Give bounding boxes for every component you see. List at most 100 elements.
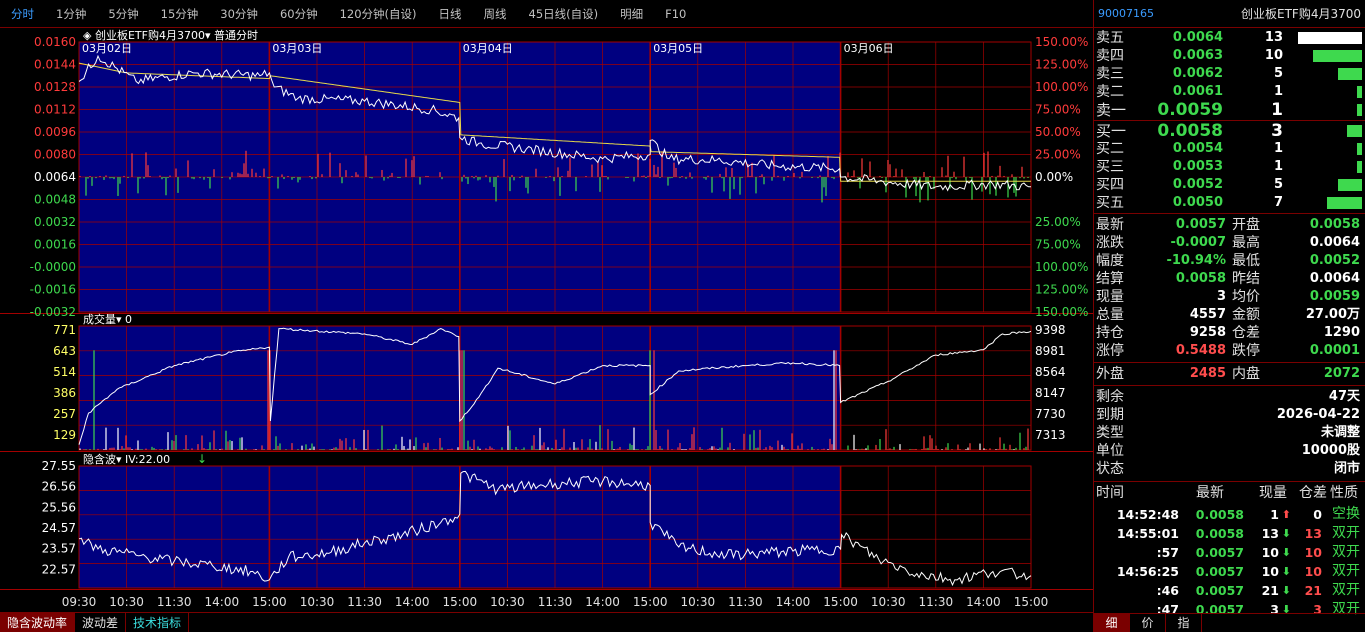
- time-axis-label: 14:00: [205, 595, 240, 609]
- iv-tick-label: 24.57: [42, 521, 76, 535]
- tick-time: 14:56:25: [1116, 564, 1179, 579]
- price-tick-label: 0.0096: [34, 125, 76, 139]
- book-level-volume: 10: [1264, 48, 1283, 63]
- price-tick-label: -0.0016: [30, 283, 76, 297]
- quote-label: 幅度: [1096, 253, 1124, 269]
- tick-oi-change: 13: [1304, 526, 1322, 541]
- quote-label: 涨停: [1096, 343, 1124, 359]
- pct-tick-label: 150.00%: [1035, 305, 1088, 319]
- info-value: 47天: [1328, 389, 1360, 404]
- price-tick-label: 0.0032: [34, 215, 76, 229]
- bid-level-3: 买三 0.0053 1: [1094, 158, 1365, 176]
- period-tab-0[interactable]: 分时: [0, 6, 45, 22]
- tick-volume: 21: [1261, 583, 1279, 598]
- tick-oi-change: 0: [1313, 507, 1322, 522]
- tick-row: 14:55:01 0.0058 13 ⬇ 13 双开: [1094, 524, 1365, 543]
- time-axis-label: 15:00: [252, 595, 287, 609]
- quote-row: 幅度 -10.94% 最低 0.0052: [1094, 252, 1365, 270]
- book-level-price: 0.0063: [1172, 48, 1223, 63]
- arrow-down-icon: ⬇: [1281, 584, 1291, 597]
- indicator-tab-bar: 隐含波动率 波动差 技术指标: [0, 612, 1093, 632]
- price-tick-label: 0.0128: [34, 80, 76, 94]
- oi-tick-label: 9398: [1035, 323, 1066, 337]
- period-tab-9[interactable]: 45日线(自设): [518, 6, 610, 22]
- quote-value: 4557: [1189, 307, 1226, 322]
- pct-tick-label: 125.00%: [1035, 283, 1088, 297]
- time-axis-label: 15:00: [443, 595, 478, 609]
- period-tab-8[interactable]: 周线: [473, 6, 518, 22]
- info-row: 类型 未调整: [1094, 424, 1365, 442]
- book-level-price: 0.0059: [1157, 100, 1223, 120]
- tab-index[interactable]: 指: [1166, 614, 1202, 632]
- time-axis-label: 10:30: [871, 595, 906, 609]
- period-tab-6[interactable]: 120分钟(自设): [329, 6, 428, 22]
- price-tick-label: 0.0112: [34, 103, 76, 117]
- iv-tick-label: 23.57: [42, 542, 76, 556]
- outer-volume-value: 2485: [1189, 366, 1226, 381]
- price-tick-label: 0.0144: [34, 58, 76, 72]
- period-tab-5[interactable]: 60分钟: [269, 6, 329, 22]
- tab-technical-indicators[interactable]: 技术指标: [126, 613, 190, 632]
- quote-header: 90007165 创业板ETF购4月3700: [1094, 0, 1365, 28]
- quote-value: 0.0064: [1309, 271, 1360, 286]
- quote-label: 跌停: [1232, 343, 1260, 359]
- outer-volume-label: 外盘: [1096, 366, 1124, 382]
- time-axis-label: 14:00: [776, 595, 811, 609]
- info-label: 单位: [1096, 443, 1124, 459]
- ask-levels: 卖五 0.0064 13 卖四 0.0063 10 卖三 0.0062 5 卖二 0.0061 1 卖一…: [1094, 28, 1365, 120]
- period-tab-bar: 分时 1分钟 5分钟 15分钟 30分钟 60分钟 120分钟(自设) 日线 周线 45日线(自设…: [0, 0, 1093, 28]
- ask-level-3: 卖三 0.0062 5: [1094, 65, 1365, 83]
- quote-panel: 90007165 创业板ETF购4月3700 卖五 0.0064 13 卖四 0.006…: [1093, 0, 1365, 632]
- tab-implied-volatility[interactable]: 隐含波动率: [0, 613, 76, 632]
- book-level-label: 卖三: [1096, 66, 1124, 82]
- quote-label: 涨跌: [1096, 235, 1124, 251]
- book-level-label: 买四: [1096, 177, 1124, 193]
- tick-time: :46: [1156, 583, 1179, 598]
- tick-header-cell: 时间: [1096, 485, 1124, 501]
- pct-tick-label: 100.00%: [1035, 80, 1088, 94]
- iv-tick-label: 25.56: [42, 500, 76, 514]
- tick-header-cell: 性质: [1330, 485, 1358, 501]
- period-tab-10[interactable]: 明细: [609, 6, 654, 22]
- price-tick-label: -0.0032: [30, 305, 76, 319]
- period-tab-4[interactable]: 30分钟: [209, 6, 269, 22]
- book-level-label: 买二: [1096, 141, 1124, 157]
- book-level-label: 买五: [1096, 195, 1124, 211]
- tick-time: 14:55:01: [1116, 526, 1179, 541]
- arrow-down-icon: ↓: [197, 452, 207, 466]
- period-tab-2[interactable]: 5分钟: [97, 6, 149, 22]
- quote-row: 结算 0.0058 昨结 0.0064: [1094, 270, 1365, 288]
- period-tab-3[interactable]: 15分钟: [150, 6, 210, 22]
- tab-ticks[interactable]: 细: [1094, 614, 1130, 632]
- info-label: 剩余: [1096, 389, 1124, 405]
- period-tab-7[interactable]: 日线: [428, 6, 473, 22]
- ask-level-1: 卖五 0.0064 13: [1094, 29, 1365, 47]
- time-axis-label: 11:30: [347, 595, 382, 609]
- book-level-depth-bar: [1357, 143, 1362, 155]
- tick-oi-change: 10: [1304, 545, 1322, 560]
- pct-tick-label: 75.00%: [1035, 103, 1081, 117]
- pct-tick-label: 125.00%: [1035, 58, 1088, 72]
- tab-volatility-spread[interactable]: 波动差: [75, 613, 127, 632]
- quote-value: 27.00万: [1305, 307, 1360, 322]
- tick-volume: 10: [1261, 564, 1279, 579]
- tick-volume: 13: [1261, 526, 1279, 541]
- tick-list-header: 时间 最新 现量 仓差 性质: [1094, 482, 1365, 505]
- time-axis-label: 09:30: [62, 595, 97, 609]
- contract-info: 剩余 47天 到期 2026-04-22 类型 未调整 单位 10000股 状态 闭市: [1094, 385, 1365, 478]
- arrow-down-icon: ⬇: [1281, 546, 1291, 559]
- quote-label: 金额: [1232, 307, 1260, 323]
- tick-nature: 双开: [1332, 525, 1360, 541]
- pct-tick-label: 50.00%: [1035, 125, 1081, 139]
- period-tab-1[interactable]: 1分钟: [45, 6, 97, 22]
- tick-row: :57 0.0057 10 ⬇ 10 双开: [1094, 543, 1365, 562]
- tick-header-cell: 最新: [1196, 485, 1224, 501]
- price-tick-label: -0.0000: [30, 260, 76, 274]
- book-level-volume: 5: [1273, 177, 1283, 192]
- period-tab-11[interactable]: F10: [654, 7, 697, 21]
- pct-tick-label: 75.00%: [1035, 238, 1081, 252]
- tab-price-table[interactable]: 价: [1130, 614, 1166, 632]
- inner-volume-label: 内盘: [1232, 366, 1260, 382]
- book-level-depth-bar: [1347, 125, 1362, 137]
- quote-label: 均价: [1232, 289, 1260, 305]
